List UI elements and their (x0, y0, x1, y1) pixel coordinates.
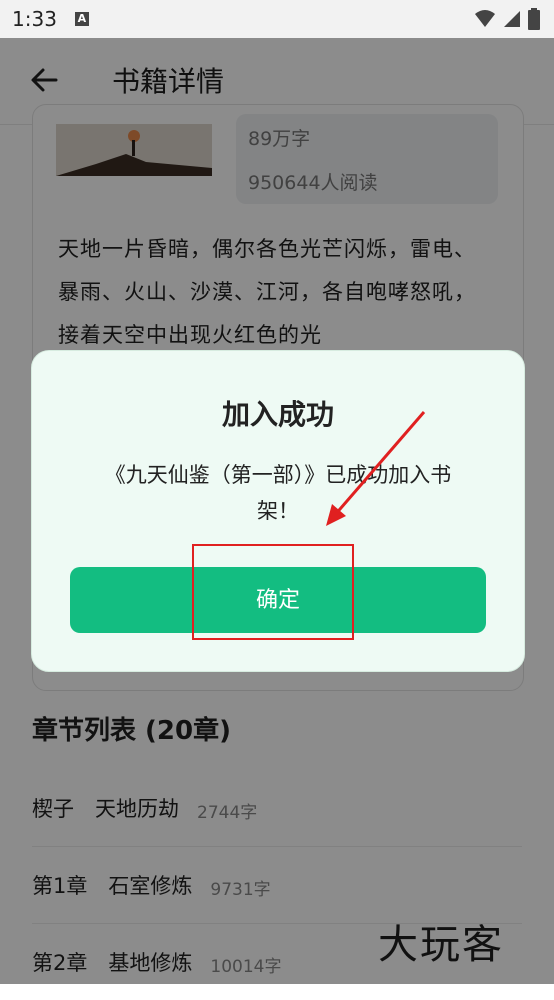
wifi-icon (475, 10, 495, 27)
status-bar: 1:33 A (0, 0, 554, 38)
status-icons (474, 8, 540, 30)
status-time: 1:33 (12, 7, 57, 31)
dialog-title: 加入成功 (221, 398, 334, 431)
highlight-box (192, 544, 354, 640)
signal-icon (504, 11, 520, 27)
watermark-logo: 大玩客 (378, 922, 504, 968)
battery-icon (528, 8, 540, 30)
annotation-arrow-icon (326, 411, 426, 526)
notification-icon: A (74, 12, 89, 26)
